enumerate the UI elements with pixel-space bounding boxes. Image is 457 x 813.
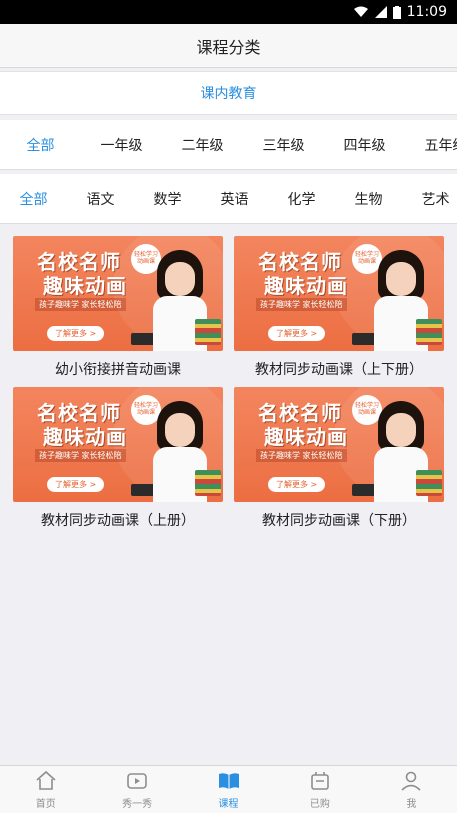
tab-home[interactable]: 首页 [0,766,91,813]
tab-purchased[interactable]: 已购 [274,766,365,813]
subject-filter-chemistry[interactable]: 化学 [268,189,335,209]
course-banner[interactable]: 名校名师 趣味动画 轻松学习 动画课 孩子趣味学 家长轻松陪 了解更多 > [234,387,444,502]
course-card[interactable]: 名校名师 趣味动画 轻松学习 动画课 孩子趣味学 家长轻松陪 了解更多 > 教材… [13,387,223,538]
course-grid: 名校名师 趣味动画 轻松学习 动画课 孩子趣味学 家长轻松陪 了解更多 > 幼小… [0,224,457,538]
subject-filter-chinese[interactable]: 语文 [67,189,134,209]
grade-filter-1[interactable]: 一年级 [81,135,162,155]
books-illustration [195,319,221,345]
wifi-icon [353,6,369,18]
status-bar: 11:09 [0,0,457,24]
grade-filter-all[interactable]: 全部 [0,135,81,155]
learn-more-button[interactable]: 了解更多 > [47,326,105,341]
tab-courses[interactable]: 课程 [183,766,274,813]
home-icon [36,770,56,790]
section-category[interactable]: 课内教育 [0,71,457,115]
user-icon [401,771,421,791]
course-banner[interactable]: 名校名师 趣味动画 轻松学习 动画课 孩子趣味学 家长轻松陪 了解更多 > [13,236,223,351]
books-illustration [416,470,442,496]
learn-more-button[interactable]: 了解更多 > [268,477,326,492]
books-illustration [195,470,221,496]
bottom-tab-bar: 首页 秀一秀 课程 已购 我 [0,765,457,813]
tab-me[interactable]: 我 [366,766,457,813]
subject-filter: 全部 语文 数学 英语 化学 生物 艺术 [0,174,457,224]
grade-filter-4[interactable]: 四年级 [324,135,405,155]
status-time: 11:09 [406,4,447,20]
course-card[interactable]: 名校名师 趣味动画 轻松学习 动画课 孩子趣味学 家长轻松陪 了解更多 > 幼小… [13,236,223,387]
grade-filter-2[interactable]: 二年级 [162,135,243,155]
course-card[interactable]: 名校名师 趣味动画 轻松学习 动画课 孩子趣味学 家长轻松陪 了解更多 > 教材… [234,236,444,387]
subject-filter-all[interactable]: 全部 [0,189,67,209]
grade-filter-3[interactable]: 三年级 [243,135,324,155]
tab-show[interactable]: 秀一秀 [91,766,182,813]
course-title[interactable]: 教材同步动画课（下册） [234,502,444,538]
play-icon [127,773,147,789]
page-title: 课程分类 [0,24,457,68]
battery-icon [392,5,401,19]
subject-filter-math[interactable]: 数学 [134,189,201,209]
course-banner[interactable]: 名校名师 趣味动画 轻松学习 动画课 孩子趣味学 家长轻松陪 了解更多 > [13,387,223,502]
bag-icon [311,772,329,790]
course-title[interactable]: 幼小衔接拼音动画课 [13,351,223,387]
course-title[interactable]: 教材同步动画课（上册） [13,502,223,538]
signal-icon [374,6,387,18]
course-card[interactable]: 名校名师 趣味动画 轻松学习 动画课 孩子趣味学 家长轻松陪 了解更多 > 教材… [234,387,444,538]
course-banner[interactable]: 名校名师 趣味动画 轻松学习 动画课 孩子趣味学 家长轻松陪 了解更多 > [234,236,444,351]
grade-filter-5[interactable]: 五年级 [405,135,457,155]
books-illustration [416,319,442,345]
subject-filter-english[interactable]: 英语 [201,189,268,209]
subject-filter-art[interactable]: 艺术 [402,189,457,209]
subject-filter-biology[interactable]: 生物 [335,189,402,209]
grade-filter: 全部 一年级 二年级 三年级 四年级 五年级 [0,120,457,170]
learn-more-button[interactable]: 了解更多 > [268,326,326,341]
course-title[interactable]: 教材同步动画课（上下册） [234,351,444,387]
book-icon [218,773,239,789]
learn-more-button[interactable]: 了解更多 > [47,477,105,492]
